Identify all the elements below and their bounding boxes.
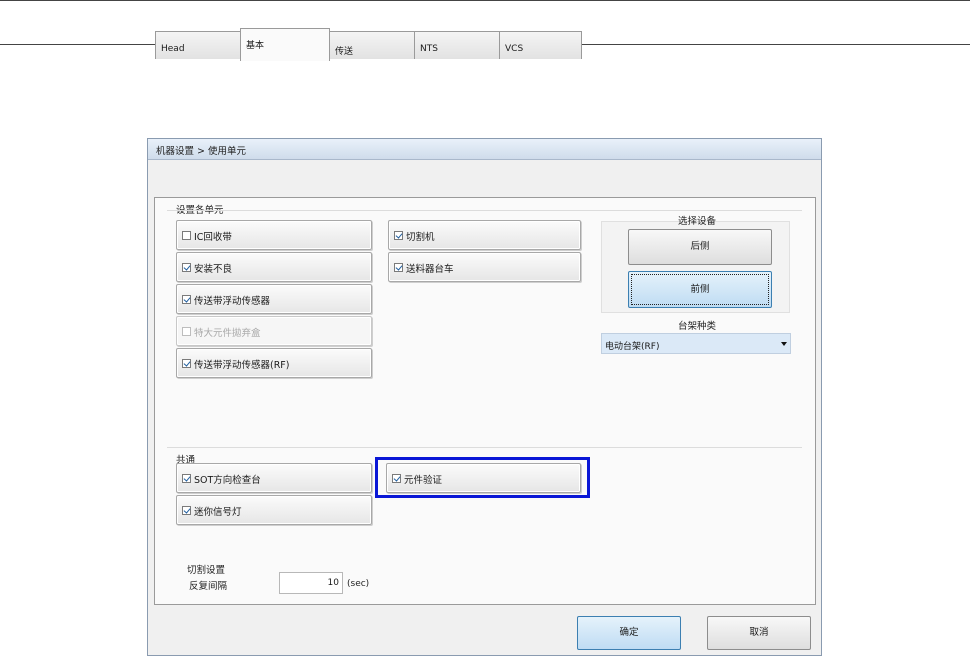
checkbutton-label: 传送带浮动传感器(RF): [194, 360, 290, 371]
mini-signal-light-checkbutton[interactable]: 迷你信号灯: [176, 495, 372, 525]
checkbox-disabled-icon: [182, 327, 191, 336]
unit-settings-group-label: 设置各单元: [176, 202, 224, 216]
chevron-down-icon[interactable]: [781, 342, 787, 346]
checkbox-checked-icon: [182, 359, 191, 368]
conveyor-float-sensor-checkbutton[interactable]: 传送带浮动传感器: [176, 284, 372, 314]
checkbox-checked-icon: [182, 506, 191, 515]
unit-settings-divider: [167, 210, 802, 211]
checkbutton-label: IC回收带: [194, 232, 232, 243]
document-top-rule: [0, 0, 970, 1]
mount-defect-checkbutton[interactable]: 安装不良: [176, 252, 372, 282]
checkbutton-label: 传送带浮动传感器: [194, 296, 271, 307]
repeat-interval-unit: (sec): [347, 579, 370, 589]
tab-label: 传送: [335, 47, 354, 57]
tab-label: Head: [161, 44, 185, 54]
checkbutton-label: 切割机: [406, 232, 435, 243]
tab-label: 基本: [246, 41, 265, 51]
tab-head[interactable]: Head: [155, 31, 241, 59]
rack-type-label: 台架种类: [678, 321, 717, 332]
rack-type-dropdown[interactable]: 电动台架(RF): [601, 333, 791, 354]
checkbox-checked-icon: [182, 295, 191, 304]
conveyor-float-sensor-rf-checkbutton[interactable]: 传送带浮动传感器(RF): [176, 348, 372, 378]
repeat-interval-label: 反复间隔: [189, 581, 228, 592]
front-side-button[interactable]: 前侧: [628, 271, 772, 308]
checkbutton-label: SOT方向检查台: [194, 475, 261, 486]
checkbutton-label: 迷你信号灯: [194, 507, 242, 518]
checkbox-checked-icon: [182, 263, 191, 272]
tab-label: NTS: [420, 44, 438, 54]
cutter-checkbutton[interactable]: 切割机: [388, 220, 581, 250]
checkbox-checked-icon: [182, 474, 191, 483]
title-bar[interactable]: 机器设置 > 使用单元: [148, 139, 821, 160]
checkbutton-label: 送料器台车: [406, 264, 454, 275]
front-side-button-label: 前侧: [690, 284, 710, 295]
window-title: 机器设置 > 使用单元: [156, 146, 246, 157]
ok-button[interactable]: 确定: [577, 616, 681, 650]
highlight-box: [375, 457, 590, 498]
cancel-button[interactable]: 取消: [707, 616, 811, 650]
checkbox-checked-icon: [394, 231, 403, 240]
checkbox-checked-icon: [394, 263, 403, 272]
cut-settings-label: 切割设置: [187, 565, 226, 576]
tab-nts[interactable]: NTS: [414, 31, 500, 59]
rack-type-selected: 电动台架(RF): [605, 342, 660, 352]
checkbutton-label: 安装不良: [194, 264, 233, 275]
common-group-divider: [167, 447, 802, 448]
repeat-interval-input[interactable]: 10: [279, 572, 343, 594]
rear-side-button-label: 后侧: [690, 241, 710, 252]
tab-label: VCS: [505, 44, 524, 54]
large-part-discard-box-checkbutton: 特大元件拋弃盒: [176, 316, 372, 346]
ic-reject-belt-checkbutton[interactable]: IC回收带: [176, 220, 372, 250]
rear-side-button[interactable]: 后侧: [628, 229, 772, 265]
tab-conveyor[interactable]: 传送: [329, 31, 415, 59]
sot-direction-check-checkbutton[interactable]: SOT方向检查台: [176, 463, 372, 493]
ok-button-label: 确定: [619, 627, 639, 638]
feeder-cart-checkbutton[interactable]: 送料器台车: [388, 252, 581, 282]
checkbutton-label: 特大元件拋弃盒: [194, 328, 261, 339]
cancel-button-label: 取消: [749, 627, 769, 638]
select-device-label: 选择设备: [678, 216, 717, 227]
tab-basic[interactable]: 基本: [240, 28, 330, 61]
tab-vcs[interactable]: VCS: [499, 31, 582, 59]
checkbox-icon: [182, 231, 191, 240]
repeat-interval-value: 10: [327, 578, 339, 588]
